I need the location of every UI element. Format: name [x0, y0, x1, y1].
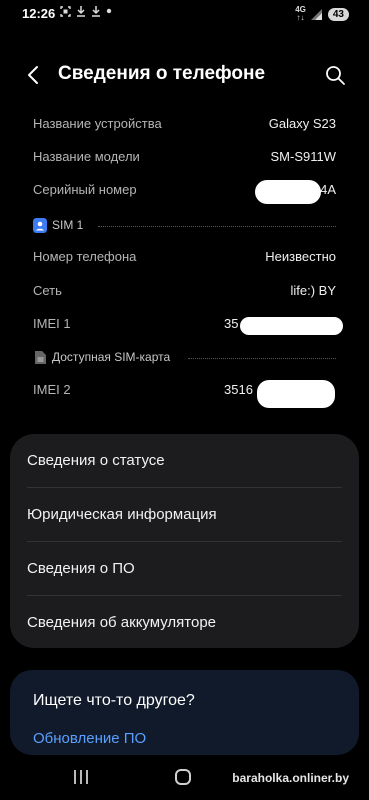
- software-update-link[interactable]: Обновление ПО: [33, 730, 146, 747]
- info-row-imei1[interactable]: IMEI 1 35: [0, 310, 369, 340]
- redaction-mark: [257, 380, 335, 408]
- info-label: IMEI 1: [33, 316, 71, 331]
- page-title: Сведения о телефоне: [58, 63, 266, 84]
- section-sim2: Доступная SIM-карта: [0, 348, 369, 368]
- menu-item-label: Сведения об аккумуляторе: [27, 614, 217, 631]
- info-label: Сеть: [33, 283, 62, 298]
- download-icon: [92, 6, 100, 17]
- sim-card-icon: [33, 218, 47, 233]
- info-value: Galaxy S23: [268, 116, 336, 131]
- status-right: 4G ↑↓ 43: [295, 6, 349, 22]
- section-label: Доступная SIM-карта: [52, 350, 171, 364]
- section-label: SIM 1: [52, 218, 84, 232]
- info-row-imei2[interactable]: IMEI 2 3516: [0, 376, 369, 408]
- info-row-model-name[interactable]: Название модели SM-S911W: [0, 143, 369, 173]
- info-row-device-name[interactable]: Название устройства Galaxy S23: [0, 110, 369, 140]
- header: Сведения о телефоне: [0, 55, 369, 95]
- back-arrow-icon[interactable]: [22, 63, 46, 87]
- menu-legal-info[interactable]: Юридическая информация: [10, 488, 359, 542]
- redaction-mark: [240, 317, 343, 335]
- suggestion-title: Ищете что-то другое?: [33, 692, 195, 709]
- home-button-icon[interactable]: [175, 769, 191, 785]
- info-label: Название модели: [33, 149, 140, 164]
- sim-card-icon: [35, 351, 46, 364]
- dot-icon: [106, 8, 112, 14]
- settings-menu-card: Сведения о статусе Юридическая информаци…: [10, 434, 359, 648]
- signal-icon: [310, 8, 322, 20]
- recent-apps-icon[interactable]: [72, 769, 90, 785]
- menu-item-label: Юридическая информация: [27, 506, 217, 523]
- network-type: 4G ↑↓: [295, 6, 306, 22]
- info-label: IMEI 2: [33, 382, 71, 397]
- info-row-phone-number[interactable]: Номер телефона Неизвестно: [0, 243, 369, 273]
- search-icon[interactable]: [323, 63, 347, 87]
- download-icon: [77, 6, 85, 17]
- section-divider: [98, 226, 336, 227]
- status-time: 12:26: [22, 6, 56, 21]
- info-row-serial-number[interactable]: Серийный номер R 4A: [0, 176, 369, 206]
- suggestion-card: Ищете что-то другое? Обновление ПО: [10, 670, 359, 755]
- menu-status-info[interactable]: Сведения о статусе: [10, 434, 359, 488]
- notification-icons: [60, 5, 112, 17]
- status-bar: 12:26 4G ↑↓ 43: [0, 0, 369, 28]
- menu-item-label: Сведения о статусе: [27, 452, 165, 469]
- menu-battery-info[interactable]: Сведения об аккумуляторе: [10, 596, 359, 650]
- info-value: Неизвестно: [265, 249, 336, 264]
- battery-badge: 43: [327, 7, 349, 21]
- navigation-bar: baraholka.onliner.by: [0, 760, 369, 800]
- info-label: Название устройства: [33, 116, 162, 131]
- info-value: life:) BY: [290, 283, 336, 298]
- info-value: 35: [224, 316, 239, 331]
- info-label: Серийный номер: [33, 182, 137, 197]
- menu-item-label: Сведения о ПО: [27, 560, 135, 577]
- section-divider: [188, 358, 336, 359]
- screenshot-icon: [60, 5, 71, 17]
- info-row-network[interactable]: Сеть life:) BY: [0, 277, 369, 307]
- info-value: 3516: [224, 382, 253, 397]
- watermark: baraholka.onliner.by: [232, 771, 349, 785]
- data-arrows-icon: ↑↓: [296, 13, 305, 22]
- info-value: SM-S911W: [270, 149, 337, 164]
- menu-software-info[interactable]: Сведения о ПО: [10, 542, 359, 596]
- info-label: Номер телефона: [33, 249, 137, 264]
- section-sim1: SIM 1: [0, 216, 369, 236]
- redaction-mark: [255, 180, 321, 204]
